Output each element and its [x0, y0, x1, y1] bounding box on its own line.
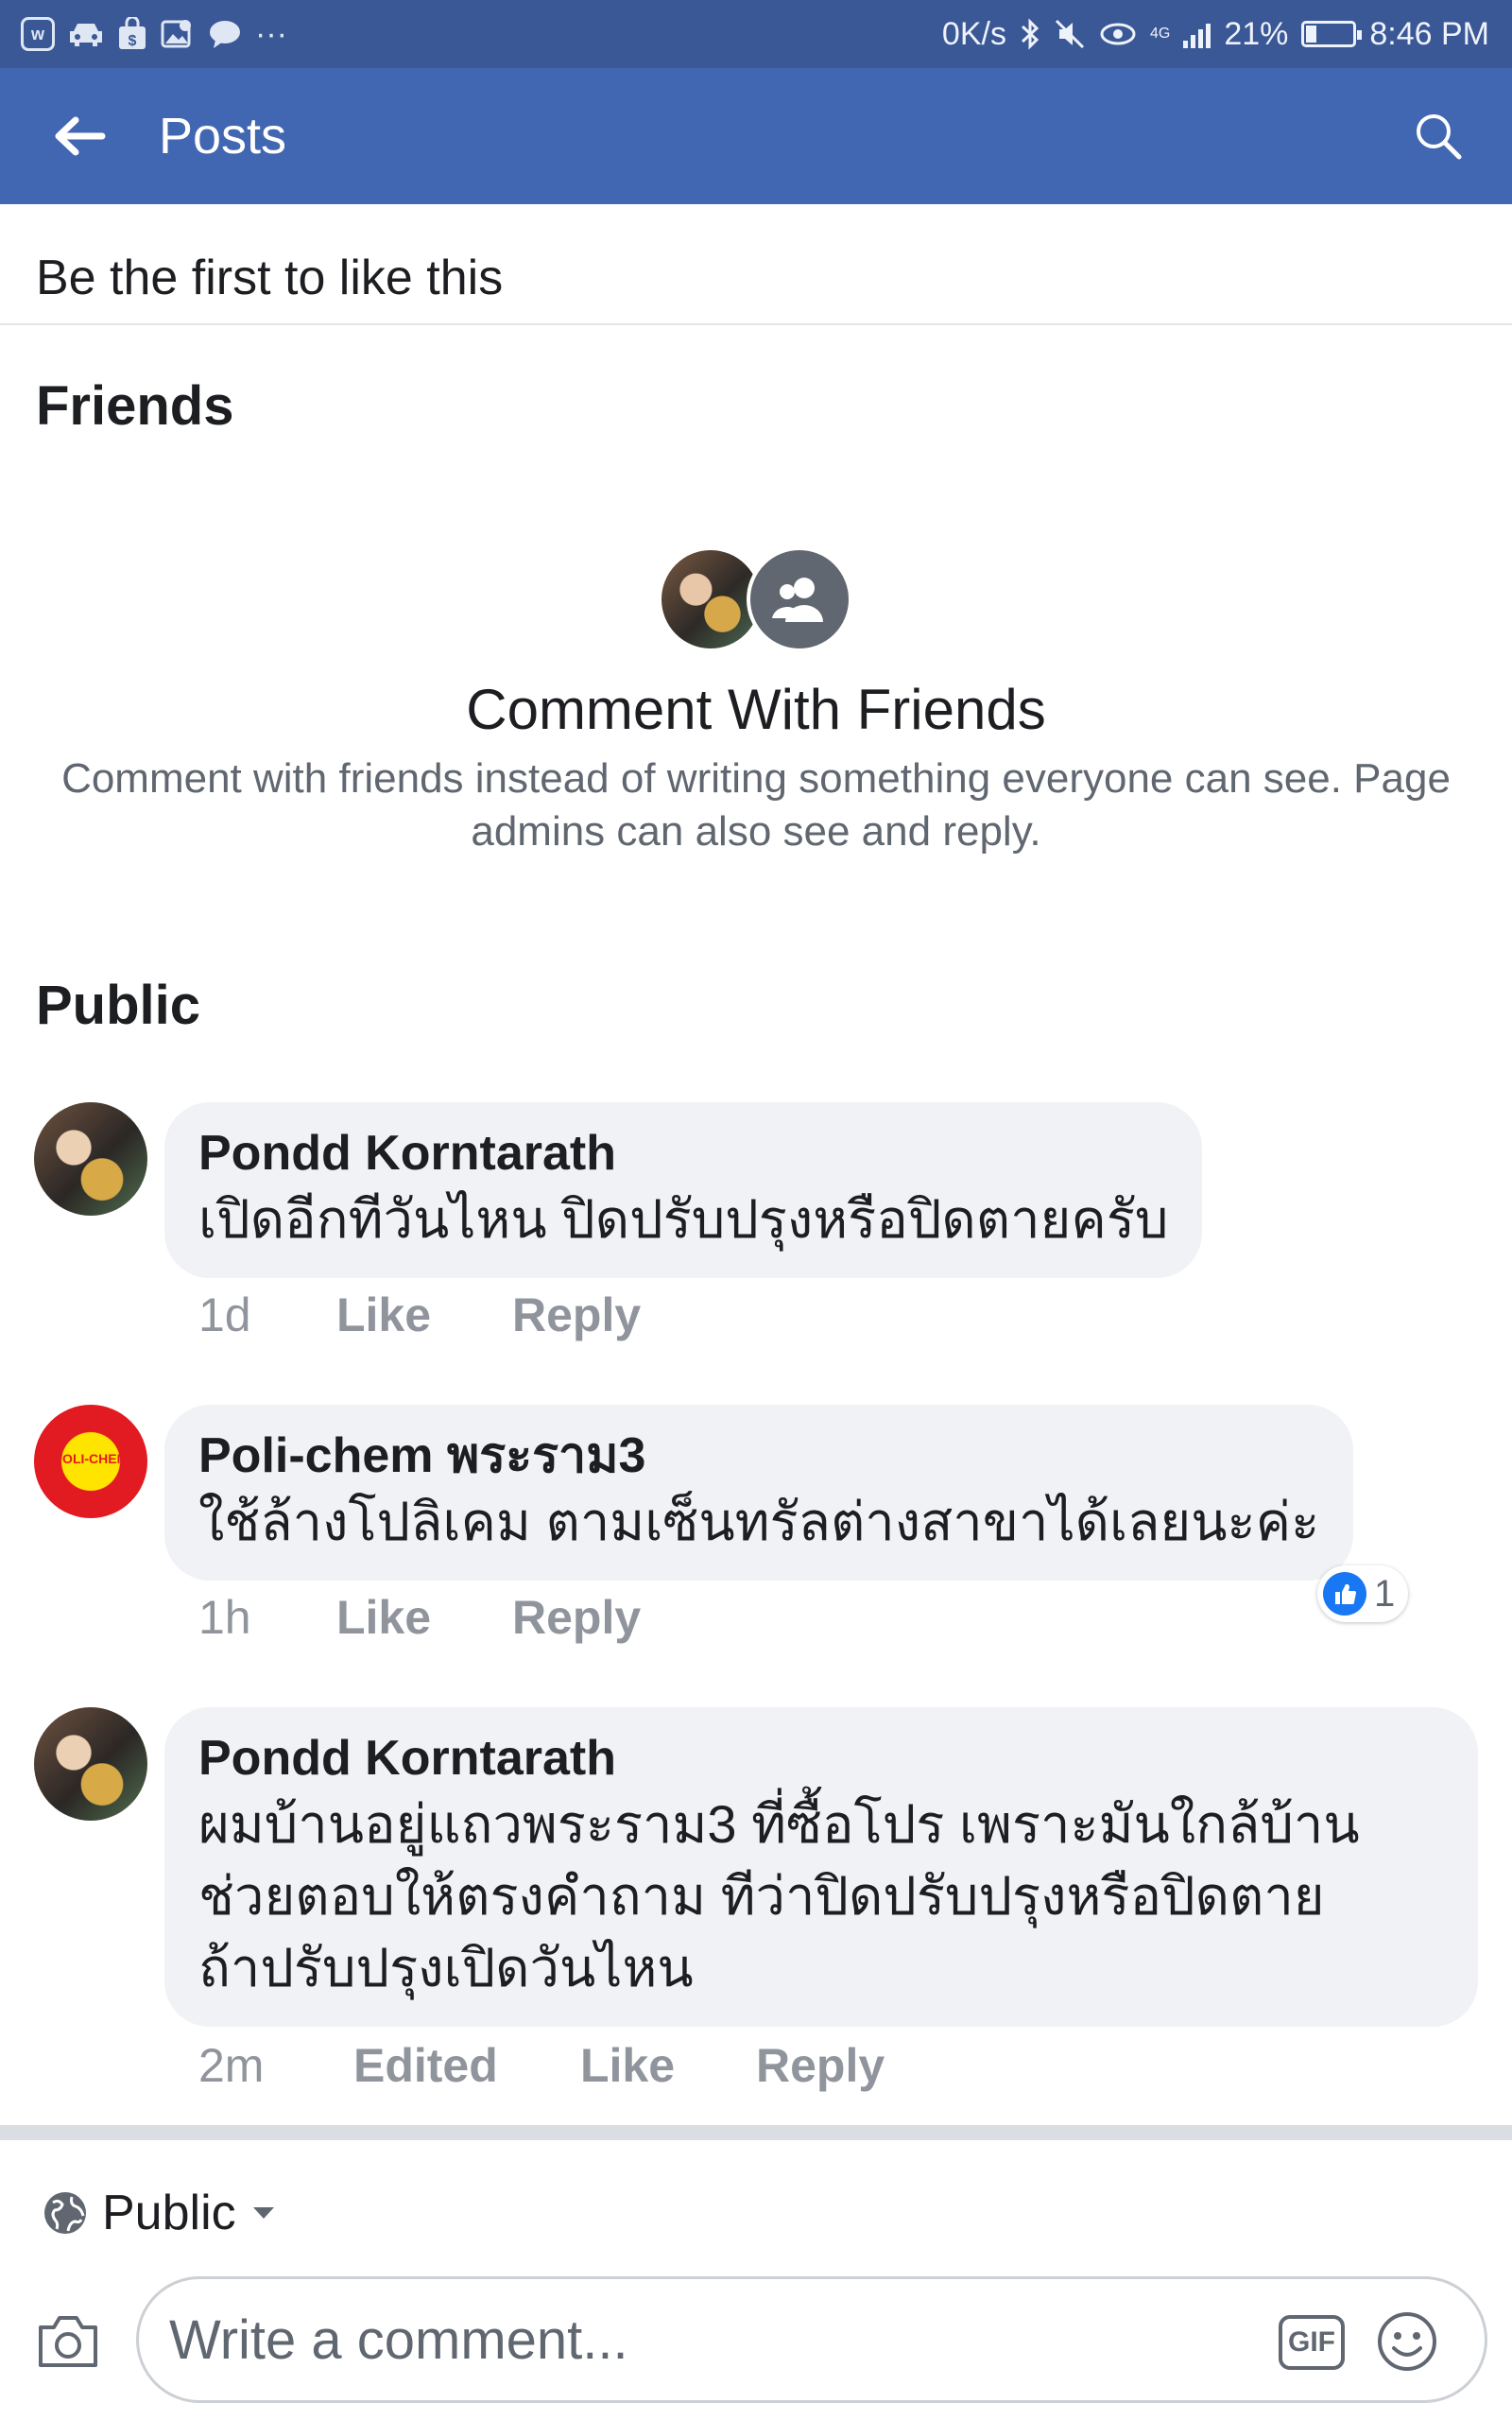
- friends-avatars[interactable]: [658, 546, 852, 652]
- avatar[interactable]: [34, 1102, 147, 1216]
- signal-icon: [1183, 20, 1211, 48]
- globe-icon: [44, 2192, 86, 2234]
- comment-time: 2m: [198, 2039, 265, 2092]
- battery-icon: [1301, 21, 1363, 47]
- gallery-icon: [161, 20, 191, 48]
- page-title: Posts: [159, 108, 287, 164]
- smiley-icon: [1378, 2312, 1436, 2371]
- comment-time: 1h: [198, 1591, 251, 1644]
- comment-text-line: ถ้าปรับปรุงเปิดวันไหน: [198, 1938, 694, 1997]
- edited-label[interactable]: Edited: [353, 2038, 580, 2093]
- battery-level: [1306, 26, 1317, 43]
- thumbs-up-icon: [1323, 1572, 1366, 1616]
- public-section-title: Public: [36, 975, 201, 1036]
- friends-group-icon: [747, 546, 852, 652]
- comment-actions: 1h Like Reply: [198, 1590, 641, 1645]
- reaction-count-badge[interactable]: 1: [1317, 1565, 1409, 1622]
- more-icon: ···: [255, 16, 287, 52]
- caret-down-icon: [252, 2207, 274, 2219]
- emoji-button[interactable]: [1373, 2308, 1441, 2376]
- gif-button[interactable]: GIF: [1279, 2315, 1345, 2370]
- comment-actions: 1d Like Reply: [198, 1288, 641, 1342]
- reply-button[interactable]: Reply: [512, 1288, 641, 1342]
- w-app-icon: w: [21, 17, 55, 51]
- shop-bag-icon: $: [119, 17, 146, 49]
- network-speed: 0K/s: [941, 15, 1006, 52]
- reaction-count: 1: [1374, 1572, 1396, 1615]
- likes-text: Be the first to like this: [36, 251, 504, 305]
- comment-author[interactable]: Poli-chem พระราม3: [198, 1426, 1319, 1486]
- like-button[interactable]: Like: [580, 2038, 756, 2093]
- friends-section-title: Friends: [36, 375, 234, 437]
- composer-divider: [0, 2125, 1512, 2140]
- camera-button[interactable]: [34, 2307, 102, 2375]
- network-type: 4G: [1149, 26, 1171, 42]
- comment-text: เปิดอีกทีวันไหน ปิดปรับปรุงหรือปิดตายครั…: [198, 1189, 1169, 1249]
- avatar[interactable]: [34, 1707, 147, 1821]
- bluetooth-icon: [1021, 18, 1040, 50]
- search-button[interactable]: [1410, 108, 1467, 164]
- likes-summary[interactable]: Be the first to like this: [0, 208, 1512, 325]
- comment-author[interactable]: Pondd Korntarath: [198, 1123, 1168, 1184]
- comment-input[interactable]: [167, 2307, 1207, 2373]
- like-button[interactable]: Like: [336, 1590, 512, 1645]
- car-icon: [70, 24, 102, 46]
- comment-input-box[interactable]: GIF: [136, 2276, 1487, 2403]
- camera-icon: [39, 2316, 97, 2367]
- comment-with-friends-title[interactable]: Comment With Friends: [0, 677, 1512, 742]
- reply-button[interactable]: Reply: [512, 1590, 641, 1645]
- comment-actions: 2m Edited Like Reply: [198, 2038, 885, 2093]
- mute-icon: [1055, 19, 1085, 49]
- comment-author[interactable]: Pondd Korntarath: [198, 1728, 1444, 1789]
- eye-comfort-icon: [1100, 23, 1136, 45]
- comment-text-line: ผมบ้านอยู่แถวพระราม3 ที่ซื้อโปร เพราะมัน…: [198, 1794, 1360, 1854]
- arrow-left-icon: [55, 116, 106, 156]
- clock: 8:46 PM: [1369, 15, 1489, 52]
- status-bar: w $ ··· 0K/s 4G 21% 8:46 PM: [0, 0, 1512, 68]
- reply-button[interactable]: Reply: [756, 2038, 885, 2093]
- comment-with-friends-description: Comment with friends instead of writing …: [61, 755, 1451, 855]
- comment-time: 1d: [198, 1288, 251, 1341]
- comment-bubble[interactable]: Pondd Korntarath ผมบ้านอยู่แถวพระราม3 ที…: [164, 1707, 1478, 2027]
- search-icon: [1417, 114, 1462, 160]
- avatar-logo-text: POLI-CHEM: [53, 1451, 129, 1466]
- comment-bubble[interactable]: Poli-chem พระราม3 ใช้ล้างโปลิเคม ตามเซ็น…: [164, 1405, 1354, 1581]
- privacy-selector[interactable]: Public: [42, 2180, 278, 2246]
- comment-text-line: ช่วยตอบให้ตรงคำถาม ทีว่าปิดปรับปรุงหรือป…: [198, 1866, 1325, 1926]
- app-bar: Posts: [0, 68, 1512, 204]
- chat-bubble-icon: [210, 21, 240, 48]
- privacy-label: Public: [102, 2186, 236, 2240]
- battery-percent: 21%: [1224, 15, 1289, 52]
- comment-bubble[interactable]: Pondd Korntarath เปิดอีกทีวันไหน ปิดปรับ…: [164, 1102, 1203, 1278]
- comment-text: ใช้ล้างโปลิเคม ตามเซ็นทรัลต่างสาขาได้เลย…: [198, 1492, 1320, 1551]
- back-button[interactable]: [49, 106, 110, 166]
- system-status: 0K/s 4G 21% 8:46 PM: [942, 0, 1489, 68]
- avatar[interactable]: POLI-CHEM: [34, 1405, 147, 1518]
- notification-icons: w $ ···: [21, 0, 287, 68]
- like-button[interactable]: Like: [336, 1288, 512, 1342]
- svg-text:$: $: [129, 33, 137, 49]
